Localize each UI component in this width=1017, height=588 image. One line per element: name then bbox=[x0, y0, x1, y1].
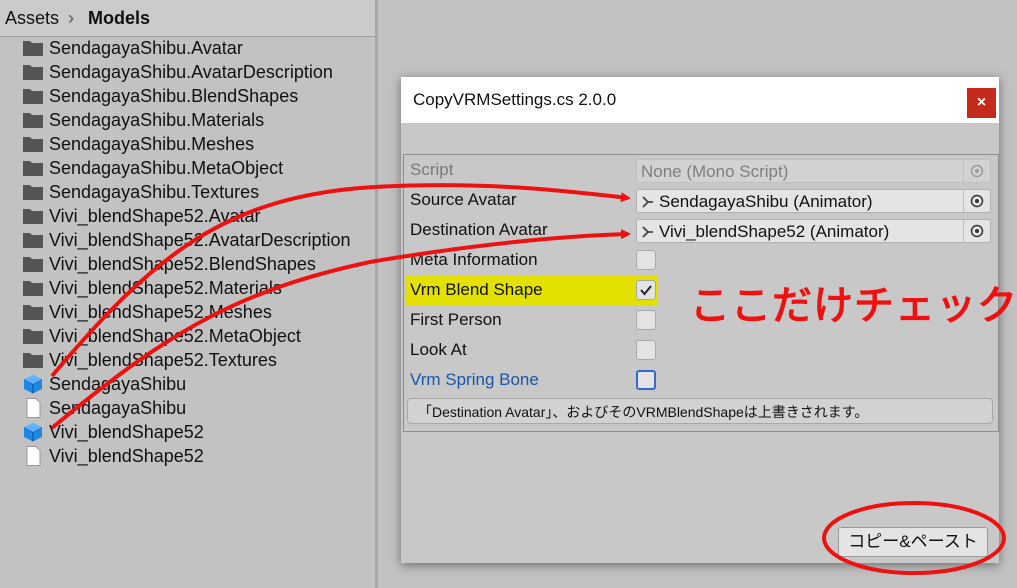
arrow-source-to-source-avatar bbox=[50, 183, 631, 378]
annotation-callout: ここだけチェック bbox=[690, 284, 1017, 328]
arrow-destination-to-destination-avatar bbox=[50, 229, 631, 430]
copy-paste-circle bbox=[822, 501, 1006, 575]
